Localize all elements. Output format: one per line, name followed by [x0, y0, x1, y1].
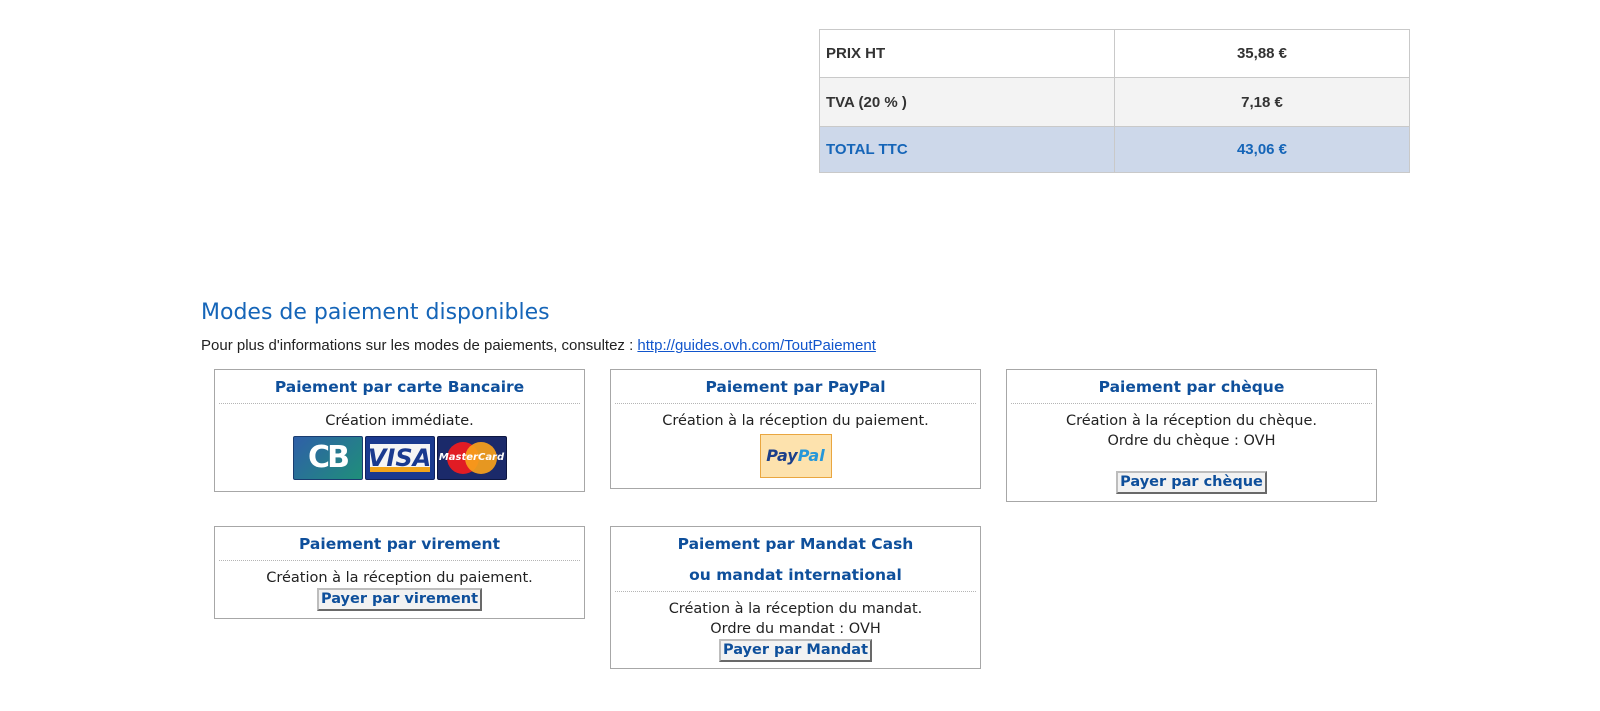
payment-virement-desc: Création à la réception du paiement. — [266, 570, 533, 586]
pay-by-mandat-button[interactable]: Payer par Mandat — [718, 639, 873, 662]
pay-by-transfer-button[interactable]: Payer par virement — [316, 588, 483, 611]
payment-section-title: Modes de paiement disponibles — [201, 300, 550, 325]
payment-card-desc: Création immédiate. — [325, 413, 474, 429]
totals-table: PRIX HT 35,88 € TVA (20 % ) 7,18 € TOTAL… — [819, 29, 1410, 173]
visa-logo-icon[interactable]: VISA — [364, 436, 435, 480]
visa-logo-text: VISA — [367, 444, 432, 472]
payment-card-body: Création immédiate. CB VISA MasterCard — [215, 404, 584, 480]
payment-info-line: Pour plus d'informations sur les modes d… — [201, 337, 876, 354]
payment-mandat-desc: Création à la réception du mandat. — [668, 601, 923, 617]
payment-paypal-desc: Création à la réception du paiement. — [662, 413, 929, 429]
card-logos: CB VISA MasterCard — [215, 436, 584, 480]
cb-logo-text: CB — [308, 440, 350, 475]
paypal-logo-part2: Pal — [797, 446, 825, 465]
pay-by-cheque-button[interactable]: Payer par chèque — [1116, 471, 1267, 494]
payment-mandat-box: Paiement par Mandat Cash ou mandat inter… — [610, 526, 981, 669]
payment-mandat-title: Paiement par Mandat Cash ou mandat inter… — [615, 527, 976, 592]
totals-row-ht: PRIX HT 35,88 € — [819, 29, 1410, 78]
totals-value: 35,88 € — [1114, 29, 1410, 78]
totals-label: PRIX HT — [819, 29, 1115, 78]
payment-card-box: Paiement par carte Bancaire Création imm… — [214, 369, 585, 492]
totals-value: 43,06 € — [1114, 126, 1410, 173]
payment-mandat-title-line2: ou mandat international — [689, 566, 902, 584]
payment-virement-box: Paiement par virement Création à la réce… — [214, 526, 585, 619]
payment-mandat-body: Création à la réception du mandat. Ordre… — [611, 592, 980, 662]
payment-mandat-order: Ordre du mandat : OVH — [710, 621, 881, 637]
payment-paypal-body: Création à la réception du paiement. Pay… — [611, 404, 980, 478]
cb-logo-icon[interactable]: CB — [292, 436, 363, 480]
payment-cheque-title: Paiement par chèque — [1011, 370, 1372, 404]
payment-info-text: Pour plus d'informations sur les modes d… — [201, 337, 638, 354]
totals-row-tva: TVA (20 % ) 7,18 € — [819, 77, 1410, 127]
payment-cheque-desc: Création à la réception du chèque. — [1065, 413, 1318, 429]
payment-cheque-order: Ordre du chèque : OVH — [1107, 433, 1276, 449]
totals-label: TOTAL TTC — [819, 126, 1115, 173]
payment-paypal-box: Paiement par PayPal Création à la récept… — [610, 369, 981, 489]
payment-virement-title: Paiement par virement — [219, 527, 580, 561]
payment-paypal-title: Paiement par PayPal — [615, 370, 976, 404]
totals-value: 7,18 € — [1114, 77, 1410, 127]
paypal-logo-part1: Pay — [766, 446, 798, 465]
payment-card-title: Paiement par carte Bancaire — [219, 370, 580, 404]
mastercard-logo-icon[interactable]: MasterCard — [436, 436, 507, 480]
mastercard-logo-text: MasterCard — [438, 452, 505, 463]
payment-virement-body: Création à la réception du paiement. Pay… — [215, 561, 584, 611]
payment-cheque-box: Paiement par chèque Création à la récept… — [1006, 369, 1377, 502]
payment-guide-link[interactable]: http://guides.ovh.com/ToutPaiement — [637, 337, 875, 354]
paypal-logo-icon[interactable]: PayPal — [759, 434, 832, 478]
totals-row-ttc: TOTAL TTC 43,06 € — [819, 126, 1410, 173]
payment-mandat-title-line1: Paiement par Mandat Cash — [677, 535, 914, 553]
payment-cheque-body: Création à la réception du chèque. Ordre… — [1007, 404, 1376, 494]
totals-label: TVA (20 % ) — [819, 77, 1115, 127]
